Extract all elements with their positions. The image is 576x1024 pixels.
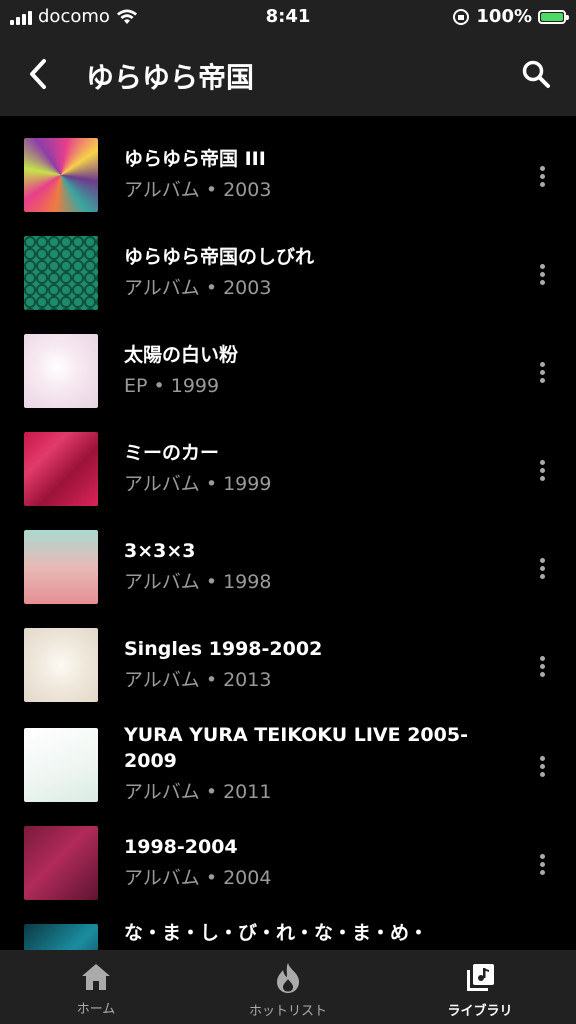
library-icon bbox=[467, 964, 494, 991]
list-item[interactable]: 1998-2004 アルバム • 2004 bbox=[0, 814, 576, 912]
album-title: ミーのカー bbox=[124, 442, 220, 464]
album-title: ゆらゆら帝国 III bbox=[124, 148, 266, 170]
list-item[interactable]: 太陽の白い粉 EP • 1999 bbox=[0, 312, 576, 410]
list-item[interactable]: 3×3×3 アルバム • 1998 bbox=[0, 508, 576, 606]
back-button[interactable] bbox=[18, 54, 58, 94]
album-art bbox=[24, 530, 98, 604]
more-options-button[interactable] bbox=[530, 746, 554, 786]
nav-home[interactable]: ホーム bbox=[0, 950, 192, 1024]
nav-hotlist-label: ホットリスト bbox=[248, 1004, 327, 1019]
list-item[interactable]: ゆらゆら帝国 III アルバム • 2003 bbox=[0, 116, 576, 214]
album-art bbox=[24, 334, 98, 408]
battery-percent: 100% bbox=[476, 6, 532, 27]
album-subtitle: アルバム • 1998 bbox=[124, 571, 272, 593]
album-title: な・ま・し・び・れ・な・ま・め・ bbox=[124, 922, 429, 944]
chevron-left-icon bbox=[30, 59, 46, 89]
album-title: Singles 1998-2002 bbox=[124, 638, 323, 660]
album-art bbox=[24, 628, 98, 702]
more-options-button[interactable] bbox=[530, 548, 554, 588]
status-bar: docomo 8:41 100% bbox=[0, 0, 576, 36]
album-subtitle: アルバム • 2013 bbox=[124, 669, 272, 691]
album-list[interactable]: ゆらゆら帝国 III アルバム • 2003 ゆらゆら帝国のしびれ アルバム •… bbox=[0, 116, 576, 950]
list-item[interactable]: YURA YURA TEIKOKU LIVE 2005-2009 アルバム • … bbox=[0, 704, 576, 816]
list-item[interactable]: ゆらゆら帝国のしびれ アルバム • 2003 bbox=[0, 214, 576, 312]
flame-icon bbox=[277, 963, 299, 993]
nav-home-label: ホーム bbox=[76, 1002, 116, 1017]
album-art bbox=[24, 432, 98, 506]
album-art bbox=[24, 138, 98, 212]
album-subtitle: アルバム • 2011 bbox=[124, 781, 272, 803]
album-title: 3×3×3 bbox=[124, 540, 196, 562]
orientation-lock-icon bbox=[453, 8, 470, 25]
more-options-button[interactable] bbox=[530, 254, 554, 294]
album-art bbox=[24, 924, 98, 950]
album-subtitle: アルバム • 2003 bbox=[124, 277, 272, 299]
list-item[interactable]: な・ま・し・び・れ・な・ま・め・ bbox=[0, 912, 576, 950]
list-item[interactable]: Singles 1998-2002 アルバム • 2013 bbox=[0, 606, 576, 704]
album-art bbox=[24, 236, 98, 310]
nav-library[interactable]: ライブラリ bbox=[384, 950, 576, 1024]
search-button[interactable] bbox=[516, 54, 556, 94]
nav-hotlist[interactable]: ホットリスト bbox=[192, 950, 384, 1024]
more-options-button[interactable] bbox=[530, 450, 554, 490]
more-options-button[interactable] bbox=[530, 156, 554, 196]
more-options-button[interactable] bbox=[530, 646, 554, 686]
more-options-button[interactable] bbox=[530, 844, 554, 884]
album-subtitle: EP • 1999 bbox=[124, 375, 220, 397]
album-subtitle: アルバム • 1999 bbox=[124, 473, 272, 495]
battery-icon bbox=[538, 9, 569, 24]
album-title: YURA YURA TEIKOKU LIVE 2005-2009 bbox=[124, 724, 468, 772]
home-icon bbox=[82, 964, 110, 990]
app-header: ゆらゆら帝国 bbox=[0, 36, 576, 116]
list-item[interactable]: ミーのカー アルバム • 1999 bbox=[0, 410, 576, 508]
page-title: ゆらゆら帝国 bbox=[86, 61, 255, 94]
more-options-button[interactable] bbox=[530, 352, 554, 392]
album-subtitle: アルバム • 2003 bbox=[124, 179, 272, 201]
album-title: 1998-2004 bbox=[124, 836, 238, 858]
album-art bbox=[24, 826, 98, 900]
album-title: 太陽の白い粉 bbox=[124, 344, 239, 366]
album-title: ゆらゆら帝国のしびれ bbox=[124, 246, 315, 268]
album-art bbox=[24, 728, 98, 802]
search-icon bbox=[522, 60, 550, 88]
bottom-navigation: ホーム ホットリスト ライブラリ bbox=[0, 950, 576, 1024]
nav-library-label: ライブラリ bbox=[447, 1004, 513, 1019]
album-subtitle: アルバム • 2004 bbox=[124, 867, 272, 889]
